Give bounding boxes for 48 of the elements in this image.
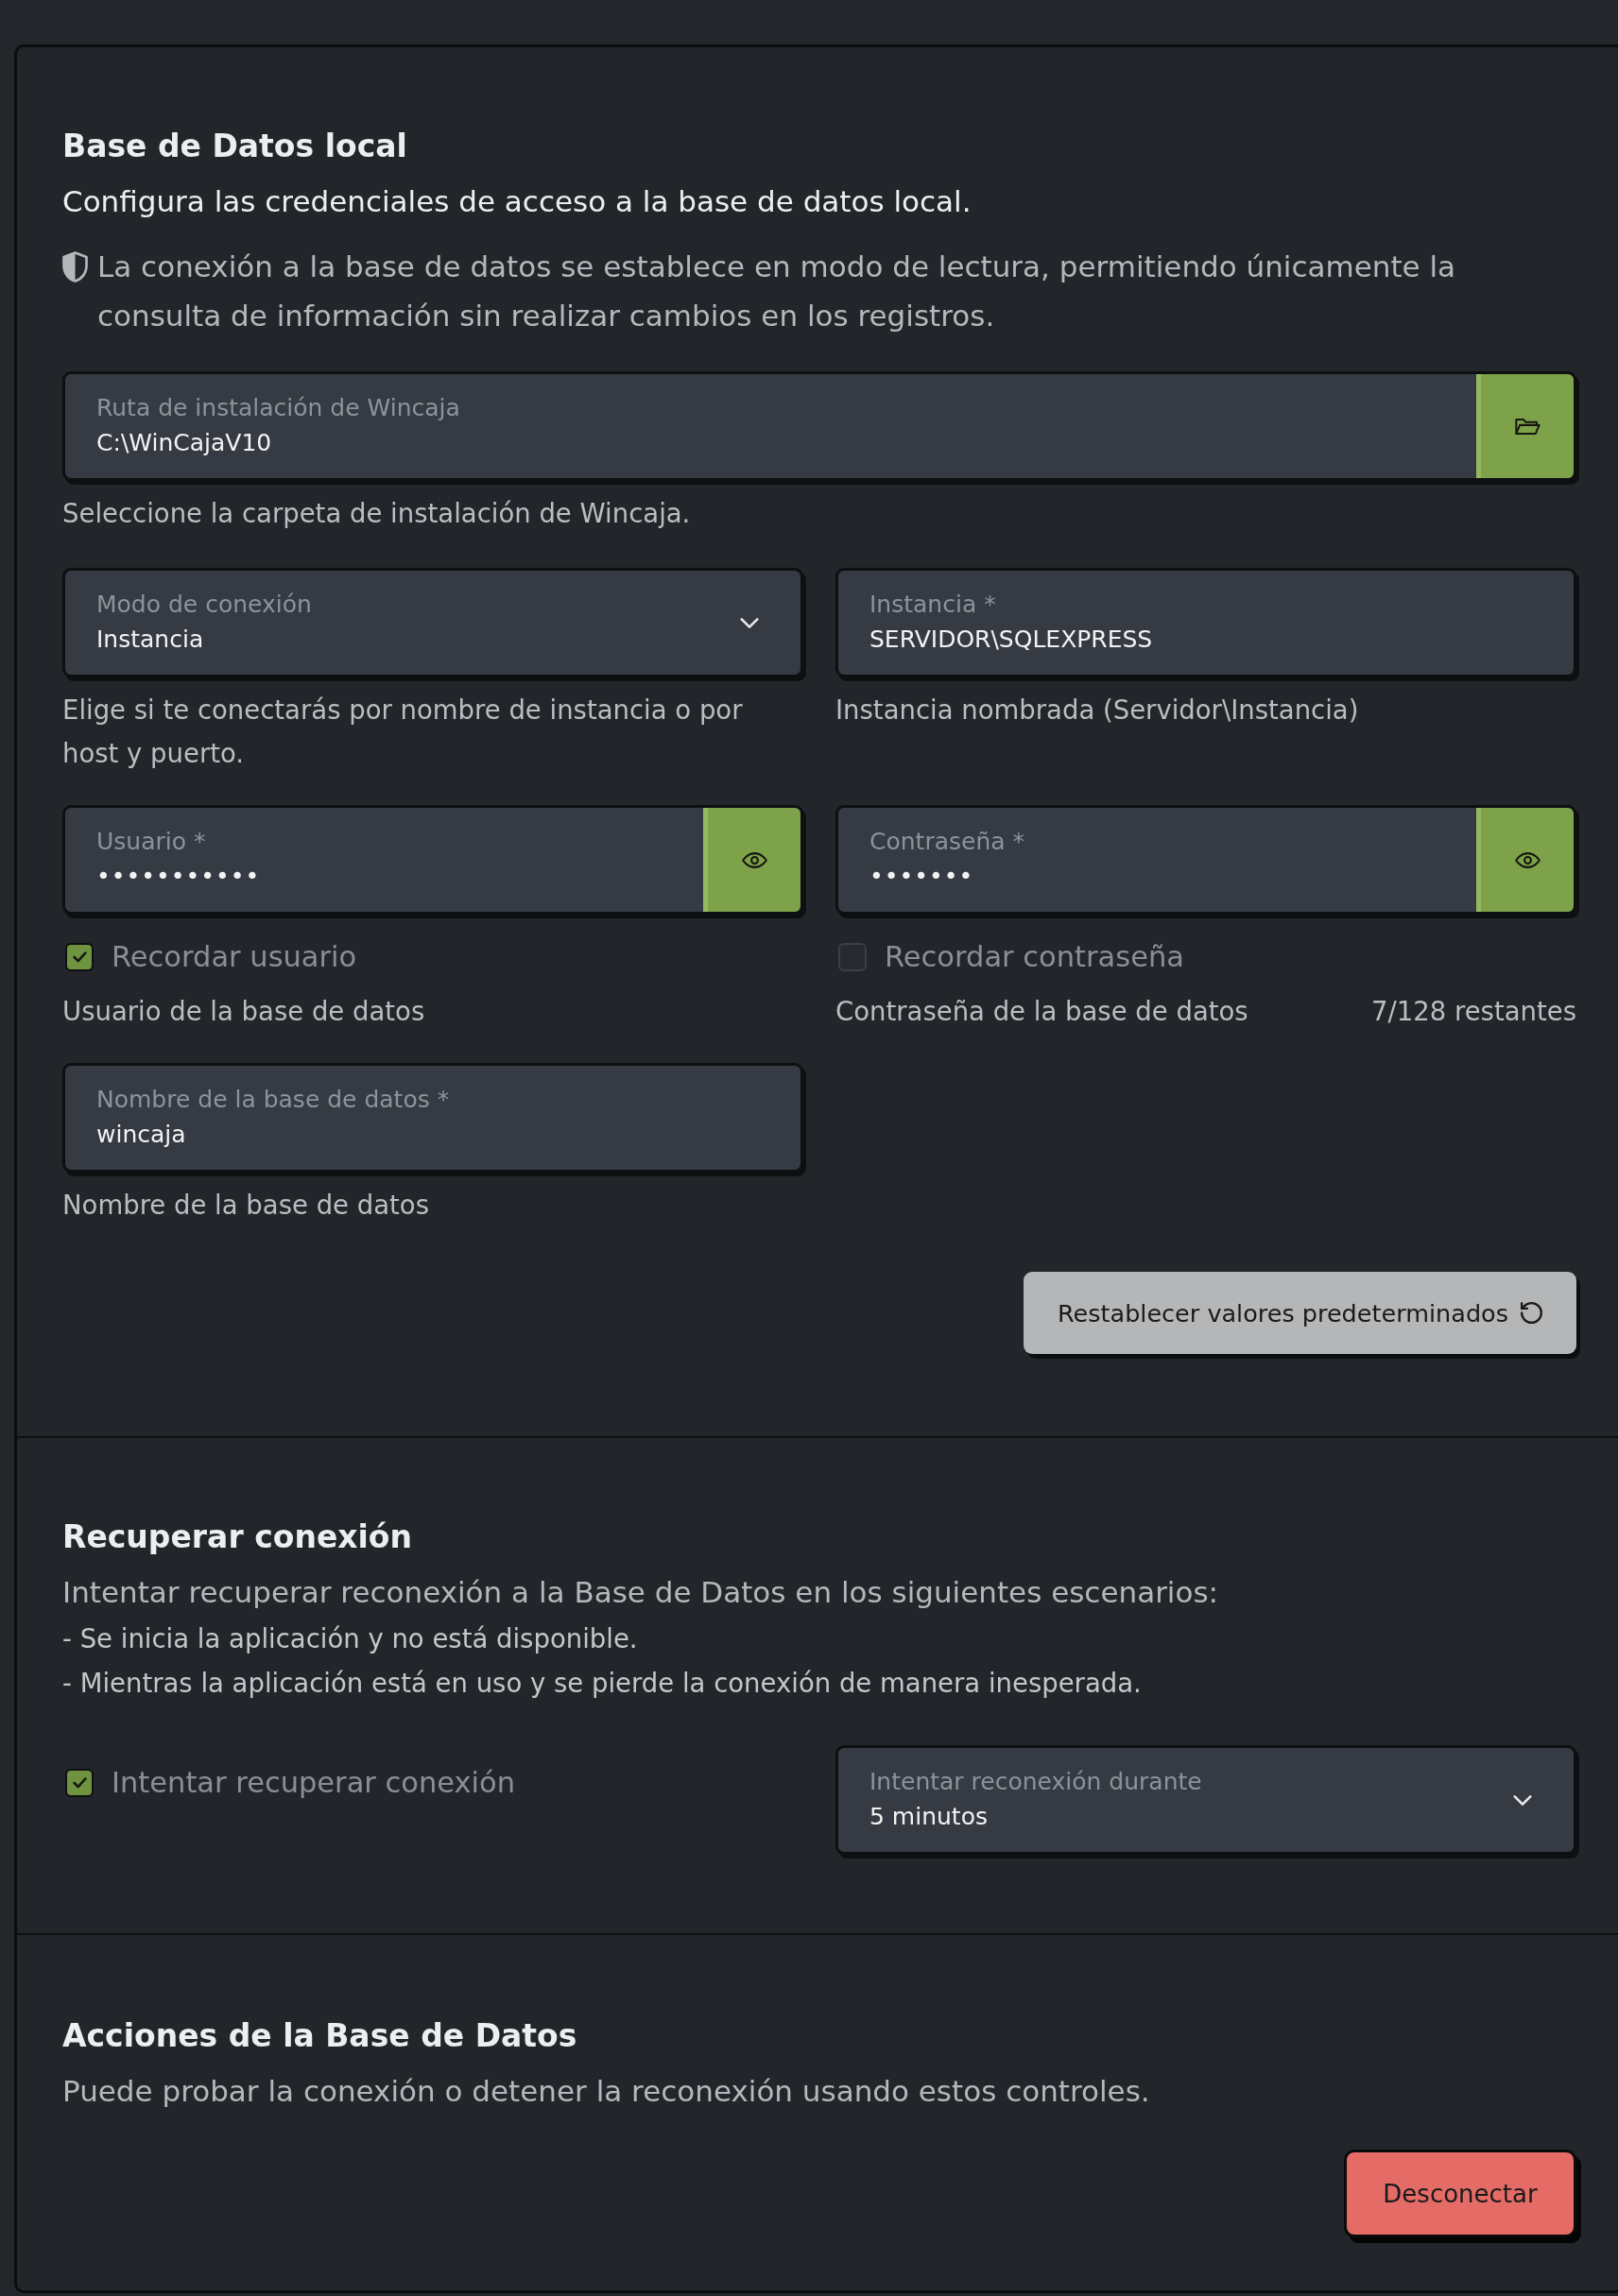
helper-text: Elige si te conectarás por nombre de instancia o por host y puerto. — [62, 694, 744, 770]
checkbox-label: Recordar usuario — [112, 939, 357, 975]
helper-text: Instancia nombrada (Servidor\Instancia) — [835, 694, 1359, 727]
field-label: Nombre de la base de datos * — [96, 1086, 451, 1114]
checkmark-icon — [72, 1777, 87, 1789]
helper-text: Contraseña de la base de datos — [835, 995, 1248, 1028]
field-label: Usuario * — [96, 828, 207, 856]
helper-text: Usuario de la base de datos — [62, 995, 425, 1028]
section-title: Acciones de la Base de Datos — [62, 2016, 578, 2056]
field-value: Instancia — [96, 625, 205, 655]
folder-icon — [1514, 417, 1541, 436]
scenario-text: - Mientras la aplicación está en uso y se pierde la conexión de manera inesperada. — [62, 1667, 1143, 1700]
checkbox[interactable] — [838, 943, 867, 971]
character-counter: 7/128 restantes — [1370, 995, 1576, 1028]
field-label: Intentar reconexión durante — [869, 1768, 1203, 1796]
show-password-button[interactable] — [703, 808, 800, 912]
section-subtitle: Configura las credenciales de acceso a la base de datos local. — [62, 183, 973, 220]
field-value: 5 minutos — [869, 1802, 989, 1832]
field-label: Ruta de instalación de Wincaja — [96, 394, 461, 422]
shield-icon — [62, 251, 88, 283]
field-label: Modo de conexión — [96, 591, 313, 619]
info-note: La conexión a la base de datos se establece en modo de lectura, permitiendo únicamente la consulta de información sin realizar cambios en los registros. — [97, 248, 1457, 334]
section-title: Base de Datos local — [62, 127, 408, 166]
field-value: wincaja — [96, 1120, 187, 1150]
field-value: SERVIDOR\SQLEXPRESS — [869, 625, 1154, 655]
scenario-text: - Se inicia la aplicación y no está disponible. — [62, 1622, 639, 1655]
checkmark-icon — [72, 951, 87, 963]
checkbox-label: Intentar recuperar conexión — [112, 1765, 516, 1801]
chevron-down-icon — [740, 617, 759, 628]
field-value: C:\WinCajaV10 — [96, 428, 273, 458]
chevron-down-icon — [1513, 1794, 1532, 1806]
section-description: Intentar recuperar reconexión a la Base de Datos en los siguientes escenarios: — [62, 1574, 1220, 1611]
helper-text: Seleccione la carpeta de instalación de Wincaja. — [62, 497, 691, 530]
section-description: Puede probar la conexión o detener la reconexión usando estos controles. — [62, 2073, 1151, 2110]
field-value: ••••••• — [869, 862, 975, 892]
section-title: Recuperar conexión — [62, 1517, 414, 1557]
eye-icon — [1514, 850, 1541, 869]
rotate-left-icon — [1521, 1302, 1542, 1324]
eye-icon — [741, 850, 767, 869]
show-password-button[interactable] — [1476, 808, 1574, 912]
checkbox-label: Recordar contraseña — [885, 939, 1184, 975]
checkbox[interactable] — [65, 943, 94, 971]
checkbox[interactable] — [65, 1769, 94, 1797]
helper-text: Nombre de la base de datos — [62, 1189, 429, 1222]
field-label: Instancia * — [869, 591, 997, 619]
field-label: Contraseña * — [869, 828, 1025, 856]
browse-button[interactable] — [1476, 374, 1574, 478]
field-value: ••••••••••• — [96, 862, 262, 892]
